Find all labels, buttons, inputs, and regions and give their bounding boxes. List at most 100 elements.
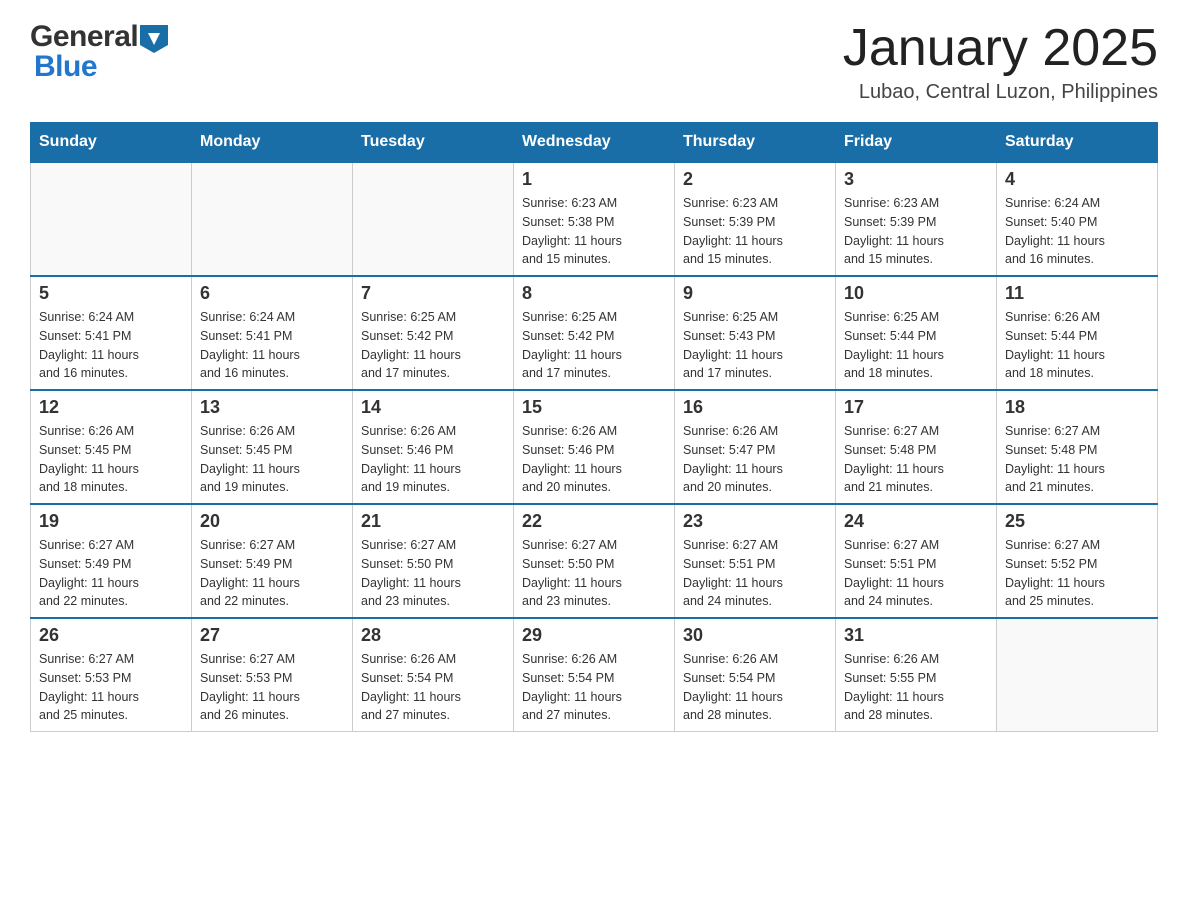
calendar-cell: 26Sunrise: 6:27 AMSunset: 5:53 PMDayligh…: [31, 618, 192, 732]
calendar-cell: 22 Sunrise: 6:27 AMSunset: 5:50 PMDayligh…: [514, 504, 675, 618]
calendar-cell: 20 Sunrise: 6:27 AMSunset: 5:49 PMDayligh…: [192, 504, 353, 618]
day-number: 19: [39, 511, 183, 532]
calendar-cell: 16 Sunrise: 6:26 AMSunset: 5:47 PMDayligh…: [675, 390, 836, 504]
day-number: 13: [200, 397, 344, 418]
day-info: Sunrise: 6:26 AMSunset: 5:46 PMDaylight:…: [522, 422, 666, 497]
day-info: Sunrise: 6:27 AMSunset: 5:50 PMDaylight:…: [522, 536, 666, 611]
calendar-cell: 25 Sunrise: 6:27 AMSunset: 5:52 PMDayligh…: [997, 504, 1158, 618]
calendar-header-row: SundayMondayTuesdayWednesdayThursdayFrid…: [31, 123, 1158, 163]
day-number: 6: [200, 283, 344, 304]
day-number: 21: [361, 511, 505, 532]
calendar-cell: 30 Sunrise: 6:26 AMSunset: 5:54 PMDayligh…: [675, 618, 836, 732]
day-info: Sunrise: 6:26 AMSunset: 5:44 PMDaylight:…: [1005, 308, 1149, 383]
day-info: Sunrise: 6:25 AMSunset: 5:42 PMDaylight:…: [522, 308, 666, 383]
day-info: Sunrise: 6:26 AMSunset: 5:46 PMDaylight:…: [361, 422, 505, 497]
day-number: 11: [1005, 283, 1149, 304]
calendar-cell: 13Sunrise: 6:26 AMSunset: 5:45 PMDayligh…: [192, 390, 353, 504]
logo-blue-text: Blue: [34, 50, 97, 84]
calendar-cell: 29Sunrise: 6:26 AMSunset: 5:54 PMDayligh…: [514, 618, 675, 732]
location-subtitle: Lubao, Central Luzon, Philippines: [843, 81, 1158, 104]
day-number: 7: [361, 283, 505, 304]
day-number: 23: [683, 511, 827, 532]
col-header-friday: Friday: [836, 123, 997, 163]
calendar-cell: 15 Sunrise: 6:26 AMSunset: 5:46 PMDayligh…: [514, 390, 675, 504]
day-number: 8: [522, 283, 666, 304]
day-info: Sunrise: 6:24 AMSunset: 5:41 PMDaylight:…: [39, 308, 183, 383]
day-info: Sunrise: 6:27 AMSunset: 5:52 PMDaylight:…: [1005, 536, 1149, 611]
day-info: Sunrise: 6:26 AMSunset: 5:54 PMDaylight:…: [683, 650, 827, 725]
day-info: Sunrise: 6:23 AMSunset: 5:38 PMDaylight:…: [522, 194, 666, 269]
day-info: Sunrise: 6:26 AMSunset: 5:45 PMDaylight:…: [39, 422, 183, 497]
day-info: Sunrise: 6:23 AMSunset: 5:39 PMDaylight:…: [683, 194, 827, 269]
day-info: Sunrise: 6:27 AMSunset: 5:51 PMDaylight:…: [844, 536, 988, 611]
day-number: 10: [844, 283, 988, 304]
col-header-saturday: Saturday: [997, 123, 1158, 163]
day-info: Sunrise: 6:27 AMSunset: 5:53 PMDaylight:…: [39, 650, 183, 725]
day-number: 12: [39, 397, 183, 418]
day-number: 15: [522, 397, 666, 418]
logo: General Blue: [30, 20, 168, 84]
day-number: 16: [683, 397, 827, 418]
title-section: January 2025 Lubao, Central Luzon, Phili…: [843, 20, 1158, 104]
col-header-thursday: Thursday: [675, 123, 836, 163]
day-number: 22: [522, 511, 666, 532]
calendar-cell: 7 Sunrise: 6:25 AMSunset: 5:42 PMDaylight…: [353, 276, 514, 390]
calendar-cell: 19 Sunrise: 6:27 AMSunset: 5:49 PMDayligh…: [31, 504, 192, 618]
calendar-cell: 31 Sunrise: 6:26 AMSunset: 5:55 PMDayligh…: [836, 618, 997, 732]
calendar-cell: 11 Sunrise: 6:26 AMSunset: 5:44 PMDayligh…: [997, 276, 1158, 390]
page-header: General Blue January 2025 Lubao, Central…: [30, 20, 1158, 104]
day-info: Sunrise: 6:23 AMSunset: 5:39 PMDaylight:…: [844, 194, 988, 269]
day-number: 27: [200, 625, 344, 646]
day-info: Sunrise: 6:25 AMSunset: 5:42 PMDaylight:…: [361, 308, 505, 383]
day-number: 18: [1005, 397, 1149, 418]
calendar-cell: 28 Sunrise: 6:26 AMSunset: 5:54 PMDayligh…: [353, 618, 514, 732]
day-number: 5: [39, 283, 183, 304]
day-number: 20: [200, 511, 344, 532]
day-info: Sunrise: 6:26 AMSunset: 5:54 PMDaylight:…: [522, 650, 666, 725]
day-number: 30: [683, 625, 827, 646]
week-row-5: 26Sunrise: 6:27 AMSunset: 5:53 PMDayligh…: [31, 618, 1158, 732]
day-info: Sunrise: 6:26 AMSunset: 5:54 PMDaylight:…: [361, 650, 505, 725]
calendar-cell: 5 Sunrise: 6:24 AMSunset: 5:41 PMDaylight…: [31, 276, 192, 390]
day-number: 2: [683, 169, 827, 190]
day-info: Sunrise: 6:27 AMSunset: 5:49 PMDaylight:…: [39, 536, 183, 611]
calendar-cell: 2 Sunrise: 6:23 AMSunset: 5:39 PMDaylight…: [675, 162, 836, 276]
day-info: Sunrise: 6:27 AMSunset: 5:50 PMDaylight:…: [361, 536, 505, 611]
day-number: 28: [361, 625, 505, 646]
day-number: 9: [683, 283, 827, 304]
week-row-2: 5 Sunrise: 6:24 AMSunset: 5:41 PMDaylight…: [31, 276, 1158, 390]
calendar-table: SundayMondayTuesdayWednesdayThursdayFrid…: [30, 122, 1158, 732]
calendar-cell: 27Sunrise: 6:27 AMSunset: 5:53 PMDayligh…: [192, 618, 353, 732]
month-title: January 2025: [843, 20, 1158, 77]
calendar-cell: 18Sunrise: 6:27 AMSunset: 5:48 PMDayligh…: [997, 390, 1158, 504]
day-info: Sunrise: 6:27 AMSunset: 5:49 PMDaylight:…: [200, 536, 344, 611]
day-info: Sunrise: 6:26 AMSunset: 5:55 PMDaylight:…: [844, 650, 988, 725]
calendar-cell: 14Sunrise: 6:26 AMSunset: 5:46 PMDayligh…: [353, 390, 514, 504]
col-header-wednesday: Wednesday: [514, 123, 675, 163]
calendar-cell: [997, 618, 1158, 732]
logo-arrow-icon: [140, 25, 168, 53]
day-info: Sunrise: 6:25 AMSunset: 5:44 PMDaylight:…: [844, 308, 988, 383]
calendar-cell: [31, 162, 192, 276]
day-info: Sunrise: 6:25 AMSunset: 5:43 PMDaylight:…: [683, 308, 827, 383]
calendar-cell: 21 Sunrise: 6:27 AMSunset: 5:50 PMDayligh…: [353, 504, 514, 618]
col-header-tuesday: Tuesday: [353, 123, 514, 163]
calendar-cell: 3 Sunrise: 6:23 AMSunset: 5:39 PMDaylight…: [836, 162, 997, 276]
col-header-monday: Monday: [192, 123, 353, 163]
day-info: Sunrise: 6:26 AMSunset: 5:47 PMDaylight:…: [683, 422, 827, 497]
day-info: Sunrise: 6:24 AMSunset: 5:40 PMDaylight:…: [1005, 194, 1149, 269]
day-number: 17: [844, 397, 988, 418]
week-row-3: 12 Sunrise: 6:26 AMSunset: 5:45 PMDayligh…: [31, 390, 1158, 504]
calendar-cell: 12 Sunrise: 6:26 AMSunset: 5:45 PMDayligh…: [31, 390, 192, 504]
week-row-1: 1Sunrise: 6:23 AMSunset: 5:38 PMDaylight…: [31, 162, 1158, 276]
day-number: 25: [1005, 511, 1149, 532]
day-number: 31: [844, 625, 988, 646]
calendar-cell: 24Sunrise: 6:27 AMSunset: 5:51 PMDayligh…: [836, 504, 997, 618]
day-info: Sunrise: 6:27 AMSunset: 5:48 PMDaylight:…: [844, 422, 988, 497]
col-header-sunday: Sunday: [31, 123, 192, 163]
calendar-cell: 17 Sunrise: 6:27 AMSunset: 5:48 PMDayligh…: [836, 390, 997, 504]
calendar-cell: [192, 162, 353, 276]
day-number: 3: [844, 169, 988, 190]
calendar-cell: 6Sunrise: 6:24 AMSunset: 5:41 PMDaylight…: [192, 276, 353, 390]
day-number: 4: [1005, 169, 1149, 190]
